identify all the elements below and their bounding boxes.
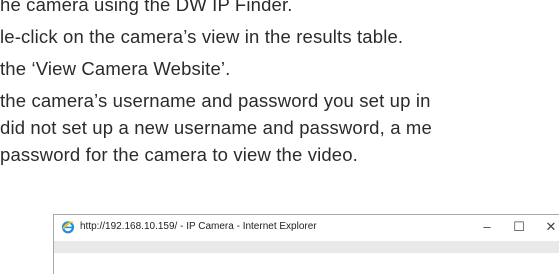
address-bar-area	[54, 241, 559, 253]
instruction-line: did not set up a new username and passwo…	[0, 117, 432, 138]
instruction-line: he camera using the DW IP Finder.	[0, 0, 293, 15]
browser-window-screenshot: http://192.168.10.159/ - IP Camera - Int…	[53, 214, 559, 274]
instruction-line: the camera’s username and password you s…	[0, 90, 431, 111]
instruction-line: le-click on the camera’s view in the res…	[0, 26, 404, 47]
title-bar: http://192.168.10.159/ - IP Camera - Int…	[54, 215, 559, 241]
maximize-button[interactable]: ☐	[503, 217, 535, 237]
minimize-button[interactable]: –	[471, 217, 503, 237]
instruction-line: the ‘View Camera Website’.	[0, 58, 231, 79]
close-button[interactable]: ✕	[535, 217, 559, 237]
window-title: http://192.168.10.159/ - IP Camera - Int…	[80, 221, 317, 232]
internet-explorer-icon	[61, 220, 75, 234]
instruction-line: password for the camera to view the vide…	[0, 144, 358, 165]
